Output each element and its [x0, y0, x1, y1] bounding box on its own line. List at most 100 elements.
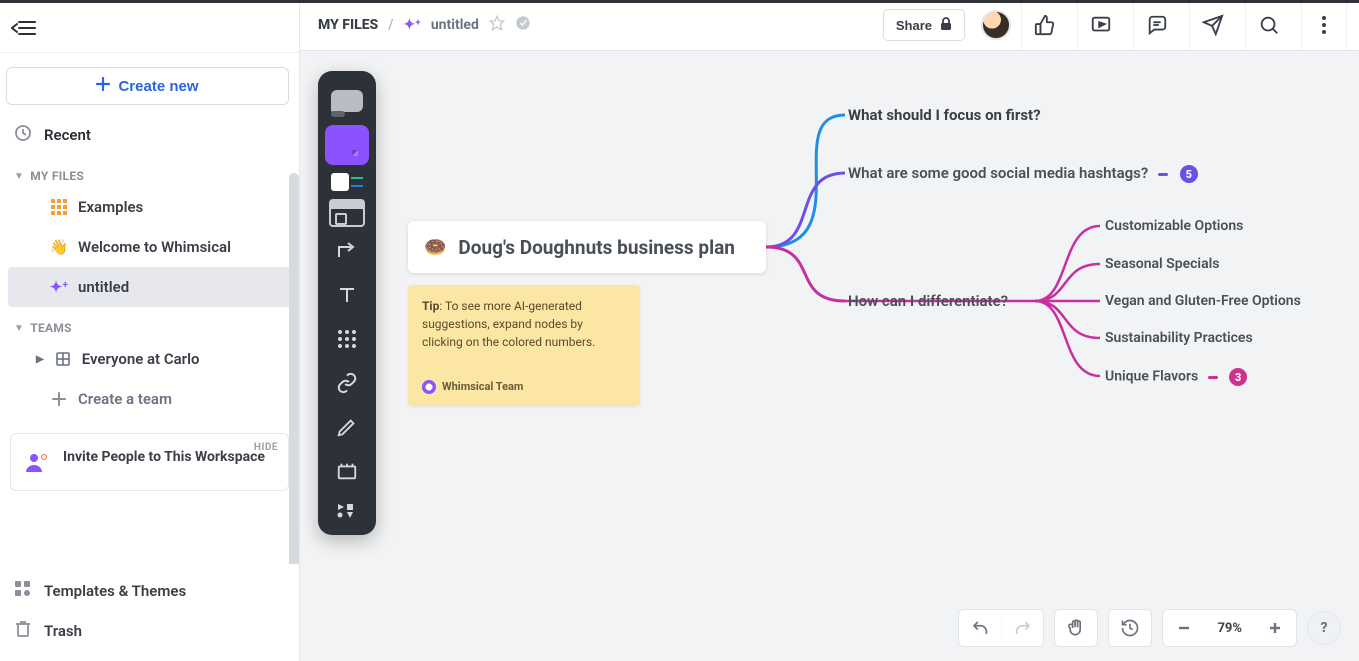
zoom-out-button[interactable]: [1163, 610, 1205, 646]
sidebar-footer: Templates & Themes Trash: [0, 564, 299, 661]
search-button[interactable]: [1245, 0, 1291, 50]
thumbs-up-button[interactable]: [1021, 0, 1067, 50]
comments-button[interactable]: [1133, 0, 1179, 50]
invite-title: Invite People to This Workspace: [63, 448, 265, 467]
mindmap-node-differentiate[interactable]: How can I differentiate?: [848, 292, 1008, 310]
caret-down-icon: ▼: [14, 171, 24, 182]
breadcrumb: MY FILES / ✦⁺ untitled: [318, 15, 531, 35]
sidebar-topbar: [0, 3, 299, 53]
caret-down-icon: ▼: [14, 323, 24, 334]
zoom-level[interactable]: 79%: [1205, 621, 1254, 636]
tool-comment[interactable]: [325, 81, 369, 121]
undo-redo-group: [958, 609, 1044, 647]
canvas[interactable]: 🍩 Doug's Doughnuts business plan What sh…: [300, 51, 1359, 661]
expand-badge[interactable]: 5: [1180, 165, 1198, 183]
tool-section[interactable]: [325, 451, 369, 491]
share-label: Share: [896, 18, 932, 33]
tool-mindmap[interactable]: [325, 169, 369, 195]
undo-button[interactable]: [959, 610, 1001, 646]
tool-palette: [318, 71, 376, 535]
tool-wireframe[interactable]: [329, 199, 365, 227]
trash-icon: [14, 620, 32, 642]
sidebar-create-team[interactable]: Create a team: [8, 379, 291, 419]
star-icon[interactable]: [489, 15, 505, 35]
help-button[interactable]: ?: [1307, 611, 1341, 645]
window-top-strip: [0, 0, 1359, 3]
sparkle-icon: ✦⁺: [403, 17, 420, 33]
sidebar-item-label: Examples: [78, 198, 143, 216]
canvas-controls: 79% ?: [958, 609, 1341, 647]
history-button[interactable]: [1108, 609, 1152, 647]
tool-link[interactable]: [325, 363, 369, 403]
zoom-group: 79%: [1162, 609, 1297, 647]
sidebar-item-team-everyone[interactable]: ▶ Everyone at Carlo: [8, 339, 291, 379]
mindmap-node-vegan-gf[interactable]: Vegan and Gluten-Free Options: [1105, 293, 1301, 309]
node-label: Vegan and Gluten-Free Options: [1105, 293, 1301, 309]
tip-author-name: Whimsical Team: [442, 379, 523, 396]
zoom-in-button[interactable]: [1254, 610, 1296, 646]
sidebar-templates[interactable]: Templates & Themes: [0, 571, 299, 611]
section-teams-label: TEAMS: [30, 321, 72, 335]
tool-text[interactable]: [325, 275, 369, 315]
mindmap-node-sustainability[interactable]: Sustainability Practices: [1105, 330, 1253, 346]
create-new-button[interactable]: Create new: [6, 67, 289, 105]
header: MY FILES / ✦⁺ untitled Share: [300, 0, 1359, 51]
plus-icon: [50, 392, 68, 406]
present-button[interactable]: [1077, 0, 1123, 50]
collapse-sidebar-button[interactable]: [10, 14, 38, 42]
wave-icon: 👋: [50, 238, 68, 256]
create-team-label: Create a team: [78, 390, 172, 408]
avatar[interactable]: [981, 10, 1011, 40]
tip-sticky-note[interactable]: Tip: To see more AI-generated suggestion…: [408, 285, 640, 406]
node-label: Customizable Options: [1105, 218, 1243, 234]
invite-people-icon: [23, 448, 51, 476]
sidebar-trash[interactable]: Trash: [0, 611, 299, 651]
sidebar-section-myfiles[interactable]: ▼ MY FILES: [0, 155, 299, 187]
expand-badge[interactable]: 3: [1229, 368, 1247, 386]
tool-draw[interactable]: [325, 407, 369, 447]
breadcrumb-separator: /: [388, 17, 393, 33]
invite-card[interactable]: HIDE Invite People to This Workspace: [10, 433, 289, 491]
mindmap-node-seasonal[interactable]: Seasonal Specials: [1105, 256, 1219, 272]
sidebar-item-examples[interactable]: Examples: [8, 187, 291, 227]
sidebar-item-welcome[interactable]: 👋 Welcome to Whimsical: [8, 227, 291, 267]
mindmap-root-node[interactable]: 🍩 Doug's Doughnuts business plan: [408, 221, 766, 273]
sidebar-scroll: Create new Recent ▼ MY FILES Examples: [0, 53, 299, 564]
sidebar-scrollbar[interactable]: [289, 173, 299, 564]
team-icon: [54, 351, 72, 367]
tool-sticky-note[interactable]: [325, 125, 369, 165]
pan-tool-button[interactable]: [1054, 609, 1098, 647]
sparkle-icon: ✦⁺: [50, 278, 68, 296]
send-button[interactable]: [1189, 0, 1235, 50]
node-label: Seasonal Specials: [1105, 256, 1219, 272]
doc-title[interactable]: untitled: [431, 17, 479, 33]
main-area: MY FILES / ✦⁺ untitled Share: [300, 0, 1359, 661]
invite-hide-button[interactable]: HIDE: [254, 442, 278, 453]
mindmap-node-customizable[interactable]: Customizable Options: [1105, 218, 1243, 234]
sidebar-item-label: untitled: [78, 278, 129, 296]
checkmark-circle-icon[interactable]: [515, 15, 531, 35]
expand-dash-icon: [1158, 173, 1168, 176]
tool-connector[interactable]: [325, 231, 369, 271]
tip-label: Tip: [422, 299, 439, 313]
mindmap-node-hashtags[interactable]: What are some good social media hashtags…: [848, 164, 1198, 183]
whimsical-logo-icon: [422, 380, 436, 394]
mindmap-node-focus[interactable]: What should I focus on first?: [848, 106, 1041, 124]
tool-table[interactable]: [325, 319, 369, 359]
templates-icon: [14, 580, 32, 602]
sidebar-section-teams[interactable]: ▼ TEAMS: [0, 307, 299, 339]
sidebar-recent[interactable]: Recent: [0, 115, 299, 155]
tool-more[interactable]: [325, 495, 369, 525]
root-node-label: Doug's Doughnuts business plan: [458, 236, 735, 259]
redo-button[interactable]: [1001, 610, 1043, 646]
node-label: Sustainability Practices: [1105, 330, 1253, 346]
team-label: Everyone at Carlo: [82, 350, 200, 368]
caret-right-icon: ▶: [36, 354, 44, 365]
sidebar-item-untitled[interactable]: ✦⁺ untitled: [8, 267, 291, 307]
plus-icon: [96, 77, 110, 95]
mindmap-node-unique-flavors[interactable]: Unique Flavors 3: [1105, 368, 1247, 386]
breadcrumb-root[interactable]: MY FILES: [318, 17, 378, 33]
more-menu-button[interactable]: [1301, 0, 1347, 50]
share-button[interactable]: Share: [883, 9, 965, 41]
node-label: What are some good social media hashtags…: [848, 164, 1148, 182]
